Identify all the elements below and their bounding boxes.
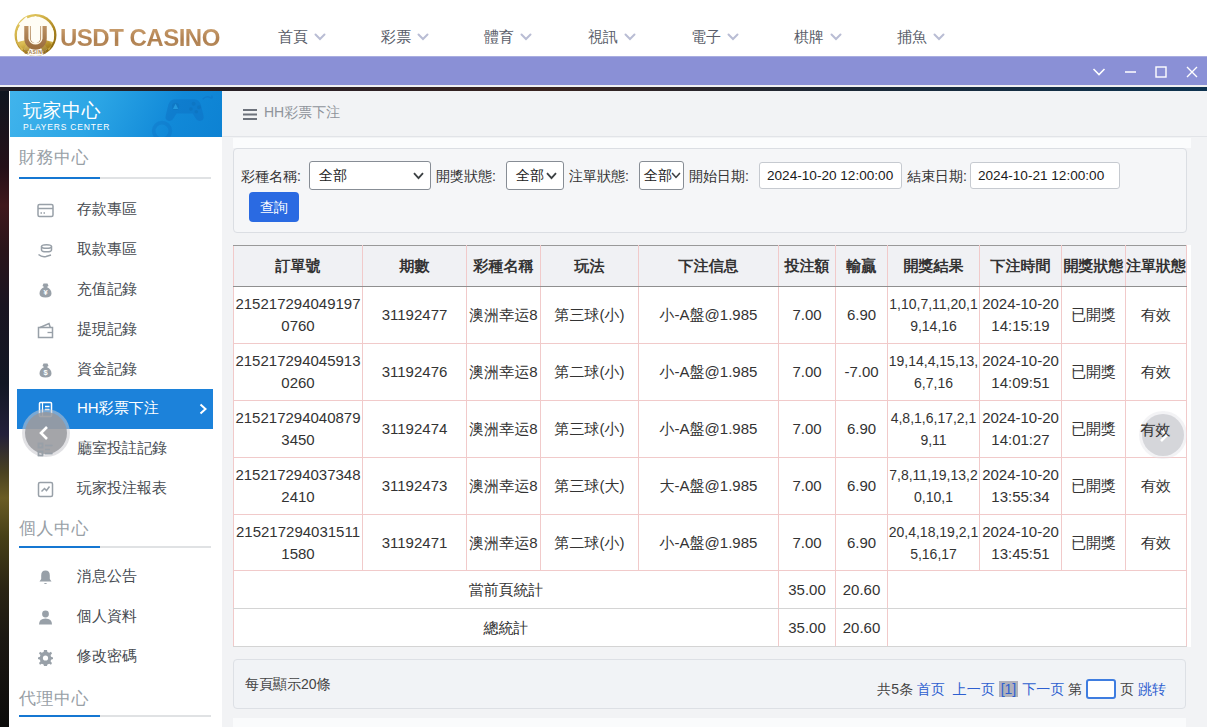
svg-text:CASINO: CASINO (24, 49, 46, 55)
